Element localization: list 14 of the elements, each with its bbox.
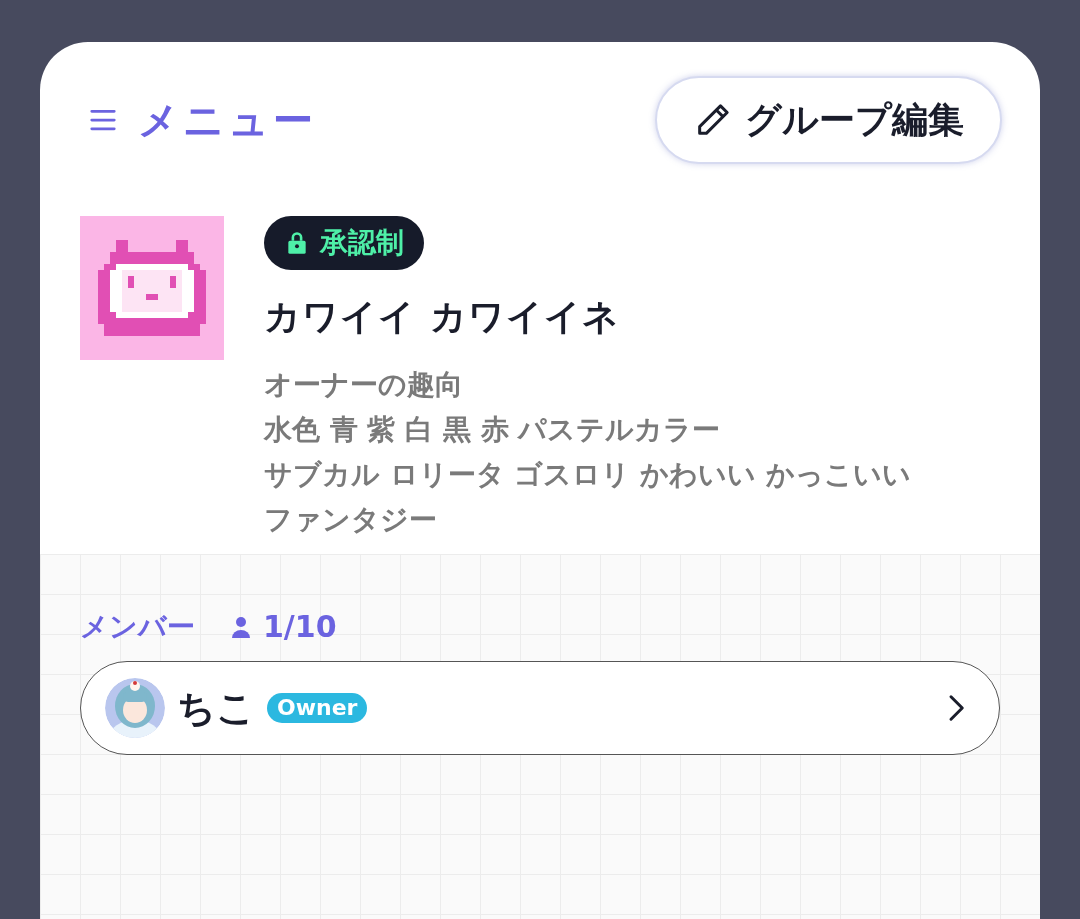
- menu-label[interactable]: メニュー: [138, 90, 317, 150]
- members-label: メンバー: [80, 608, 195, 645]
- member-count: 1/10: [263, 608, 337, 646]
- group-name: カワイイ カワイイネ: [264, 295, 621, 339]
- cat-icon: [80, 216, 224, 360]
- member-row[interactable]: ちこ Owner: [80, 661, 1000, 755]
- member-name: ちこ: [177, 684, 255, 732]
- badge-label: 承認制: [320, 225, 404, 261]
- description-line: オーナーの趣向: [264, 367, 464, 403]
- description-line: ファンタジー: [264, 502, 438, 538]
- role-badge: Owner: [267, 693, 368, 723]
- description-line: 水色 青 紫 白 黒 赤 パステルカラー: [264, 412, 722, 448]
- description-line: サブカル ロリータ ゴスロリ かわいい かっこいい: [264, 457, 911, 493]
- edit-group-button[interactable]: グループ編集: [655, 76, 1002, 164]
